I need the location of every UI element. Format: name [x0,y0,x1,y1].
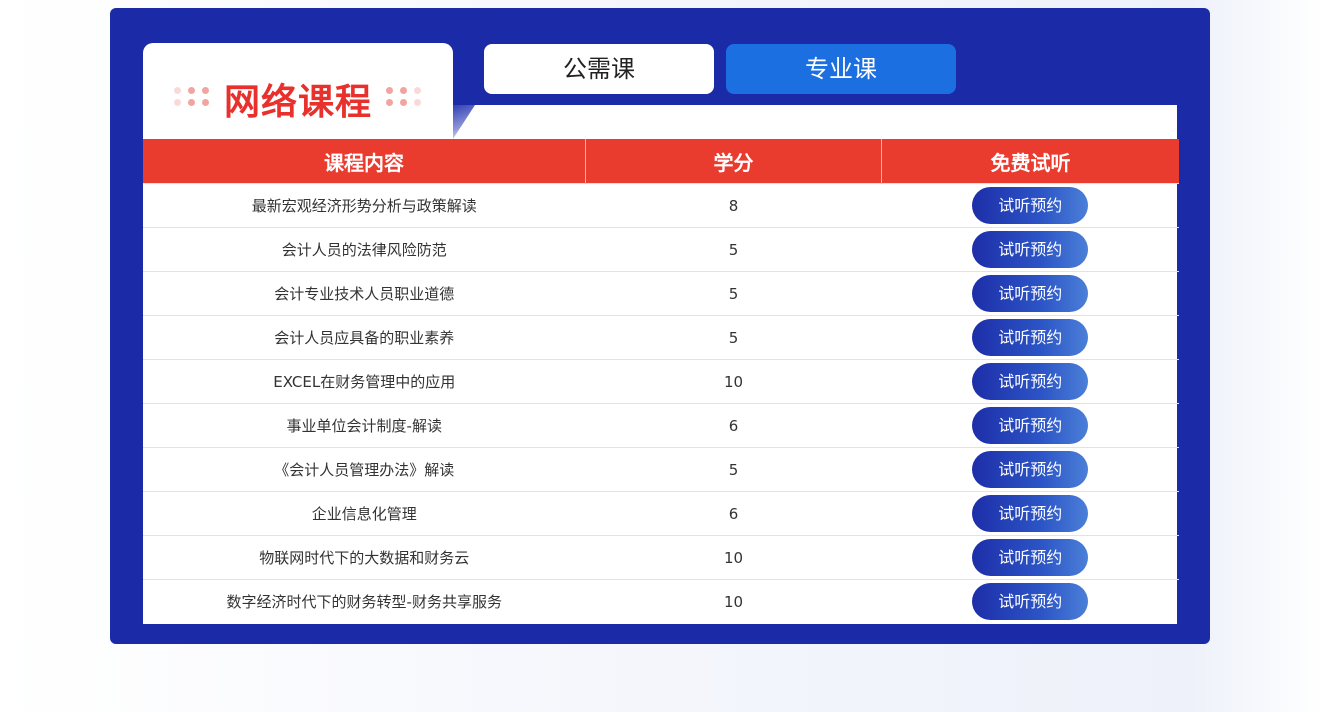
trial-booking-button[interactable]: 试听预约 [972,187,1089,224]
course-name: 物联网时代下的大数据和财务云 [143,535,586,580]
table-header-row: 课程内容 学分 免费试听 [143,139,1179,184]
course-panel: 网络课程 公需课 专业课 课程内容 学分 免费试听 最新宏观经济形势分析与政策解… [110,8,1210,644]
trial-booking-button[interactable]: 试听预约 [972,539,1089,576]
table-row: 企业信息化管理 6 试听预约 [143,491,1179,536]
course-name: 事业单位会计制度-解读 [143,403,586,448]
table-row: 最新宏观经济形势分析与政策解读 8 试听预约 [143,183,1179,228]
table-row: 数字经济时代下的财务转型-财务共享服务 10 试听预约 [143,579,1179,623]
table-row: 会计专业技术人员职业道德 5 试听预约 [143,271,1179,316]
trial-booking-button[interactable]: 试听预约 [972,583,1089,620]
table-row: 会计人员应具备的职业素养 5 试听预约 [143,315,1179,360]
course-name: 数字经济时代下的财务转型-财务共享服务 [143,579,586,623]
decorative-dots-icon [386,87,426,111]
course-name: 会计人员的法律风险防范 [143,227,586,272]
course-credit: 10 [585,359,882,404]
course-table: 课程内容 学分 免费试听 最新宏观经济形势分析与政策解读 8 试听预约 会计人员… [143,139,1179,623]
trial-booking-button[interactable]: 试听预约 [972,231,1089,268]
course-credit: 10 [585,535,882,580]
course-credit: 5 [585,227,882,272]
trial-booking-button[interactable]: 试听预约 [972,363,1089,400]
course-name: 会计专业技术人员职业道德 [143,271,586,316]
course-name: 《会计人员管理办法》解读 [143,447,586,492]
table-row: EXCEL在财务管理中的应用 10 试听预约 [143,359,1179,404]
course-credit: 8 [585,183,882,228]
course-name: EXCEL在财务管理中的应用 [143,359,586,404]
table-row: 会计人员的法律风险防范 5 试听预约 [143,227,1179,272]
header-course-content: 课程内容 [143,139,586,184]
course-credit: 5 [585,271,882,316]
course-credit: 5 [585,315,882,360]
trial-booking-button[interactable]: 试听预约 [972,495,1089,532]
course-credit: 6 [585,403,882,448]
trial-booking-button[interactable]: 试听预约 [972,451,1089,488]
trial-booking-button[interactable]: 试听预约 [972,407,1089,444]
course-table-container: 课程内容 学分 免费试听 最新宏观经济形势分析与政策解读 8 试听预约 会计人员… [143,105,1179,624]
course-name: 会计人员应具备的职业素养 [143,315,586,360]
course-credit: 6 [585,491,882,536]
section-title-tab: 网络课程 [143,43,475,139]
tab-professional-course[interactable]: 专业课 [726,44,956,94]
table-row: 事业单位会计制度-解读 6 试听预约 [143,403,1179,448]
tab-public-course[interactable]: 公需课 [484,44,714,94]
trial-booking-button[interactable]: 试听预约 [972,319,1089,356]
header-credit: 学分 [585,139,882,184]
header-free-trial: 免费试听 [881,139,1179,184]
course-credit: 10 [585,579,882,623]
table-row: 物联网时代下的大数据和财务云 10 试听预约 [143,535,1179,580]
trial-booking-button[interactable]: 试听预约 [972,275,1089,312]
course-name: 最新宏观经济形势分析与政策解读 [143,183,586,228]
course-credit: 5 [585,447,882,492]
table-row: 《会计人员管理办法》解读 5 试听预约 [143,447,1179,492]
course-name: 企业信息化管理 [143,491,586,536]
